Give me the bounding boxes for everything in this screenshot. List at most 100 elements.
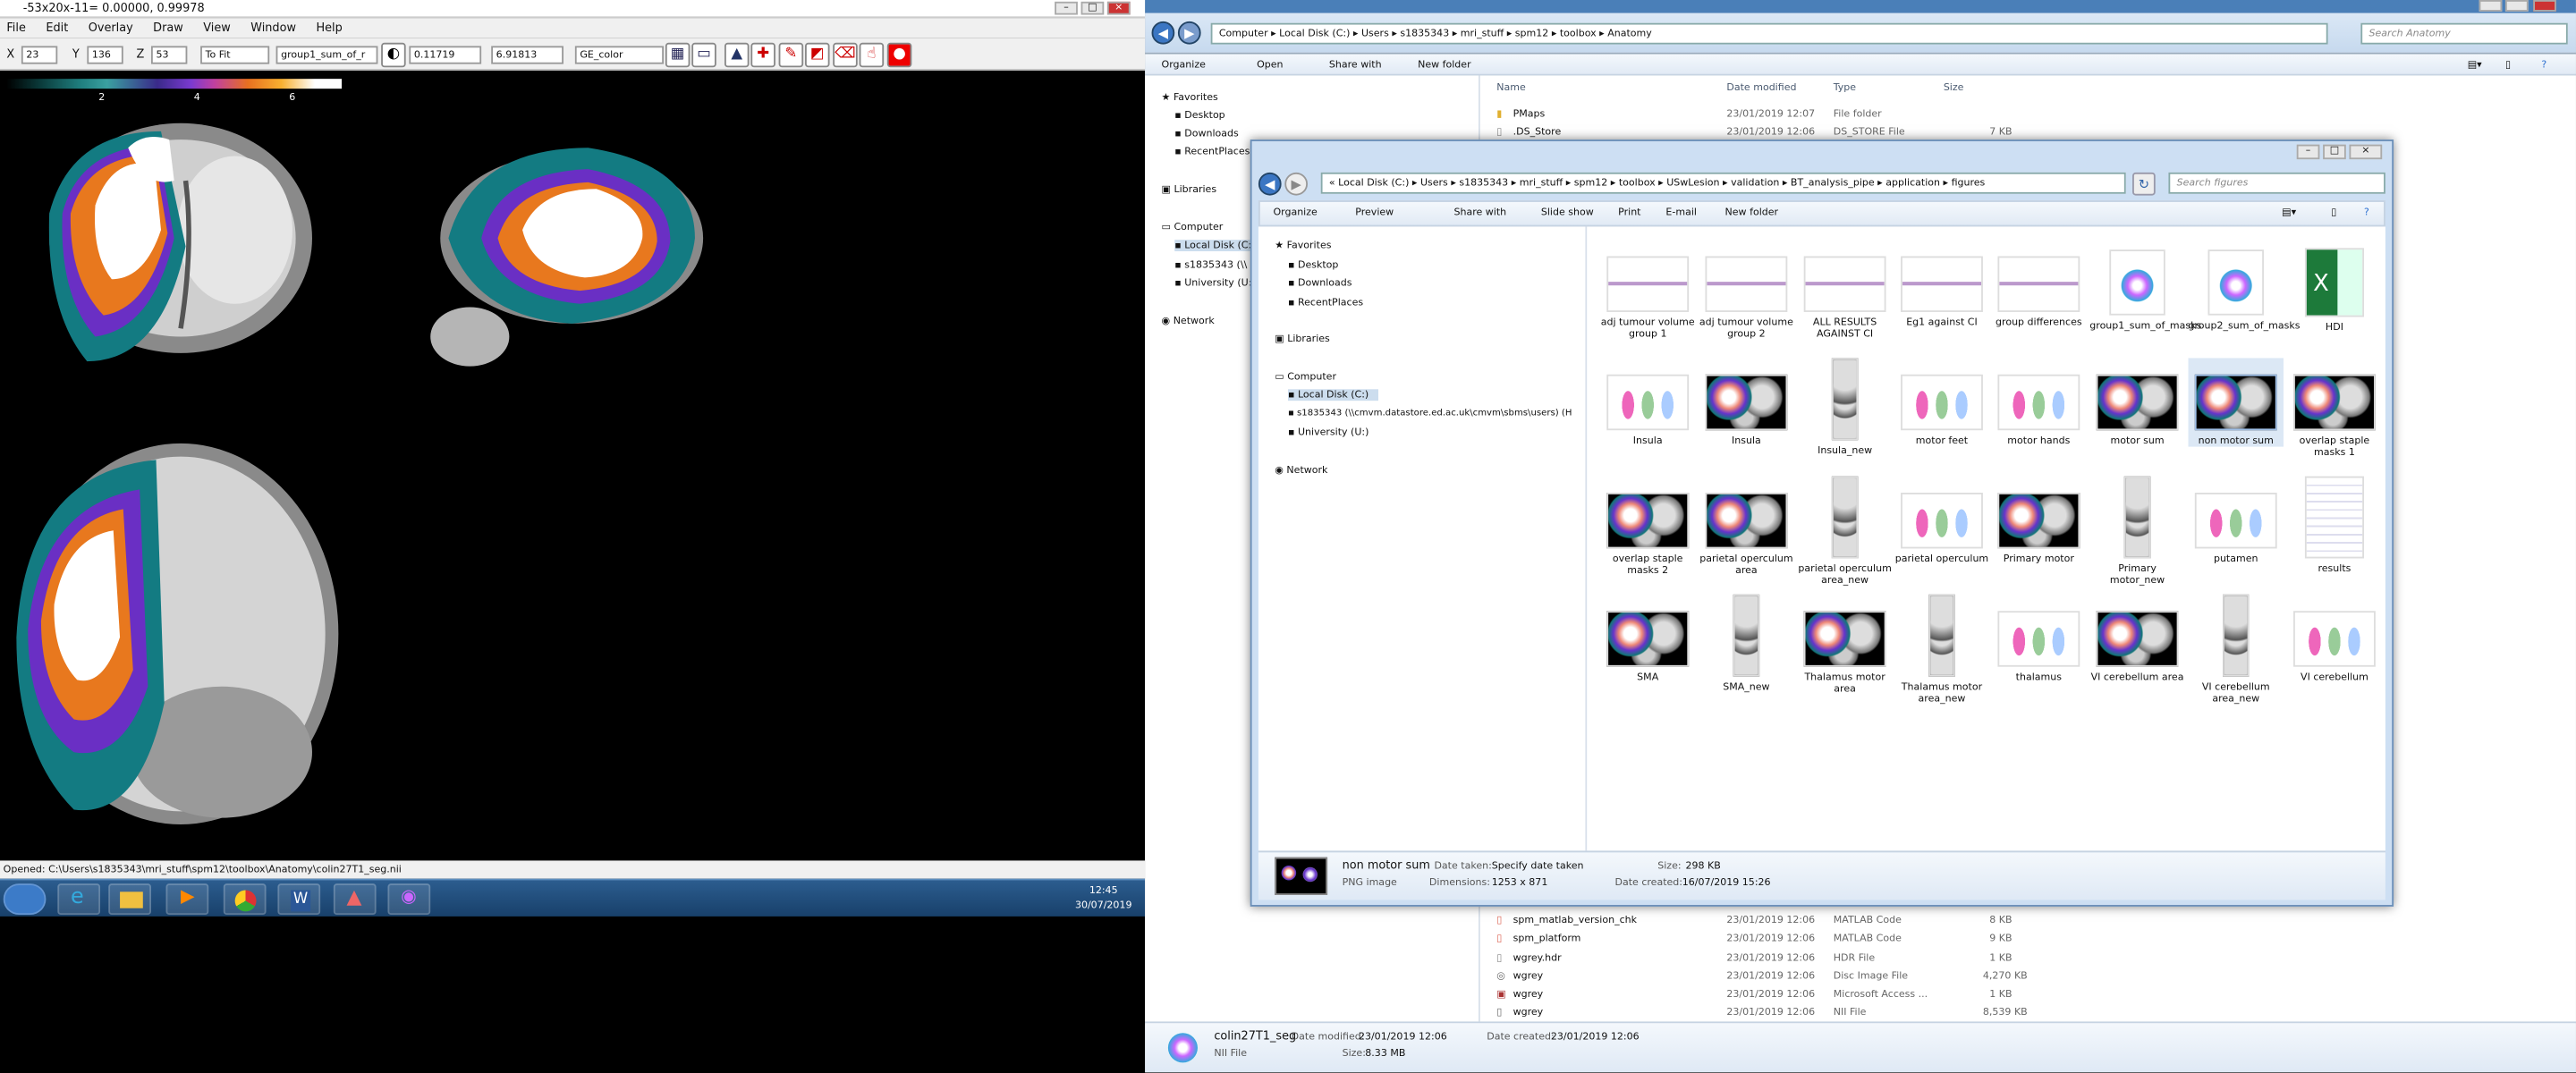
menu-window[interactable]: Window [250, 21, 296, 35]
column-size[interactable]: Size [1944, 80, 1964, 97]
colorbar-icon[interactable]: ▭ [691, 42, 716, 68]
min-intensity-field[interactable]: 0.11719 [409, 46, 482, 64]
crumb[interactable]: Local Disk (C:) [1338, 177, 1409, 189]
status-date-taken[interactable]: Specify date taken [1492, 860, 1584, 872]
nav-university[interactable]: ▪ University (U: [1174, 277, 1251, 289]
nav-network-share[interactable]: ▪ s1835343 (\\cmvm.datastore.ed.ac.uk\cm… [1288, 409, 1572, 418]
chrome-icon[interactable] [223, 883, 267, 916]
file-thumbnail[interactable]: motor hands [1991, 358, 2087, 447]
nav-downloads[interactable]: ▪ Downloads [1174, 128, 1239, 139]
crumb[interactable]: application [1885, 177, 1940, 189]
file-thumbnail[interactable]: overlap staple masks 2 [1600, 477, 1696, 577]
search-input[interactable]: Search figures [2168, 172, 2385, 194]
crumb[interactable]: toolbox [1560, 28, 1597, 39]
colormap-select[interactable]: GE_color [574, 46, 665, 64]
column-name[interactable]: Name [1496, 80, 1526, 97]
z-coordinate-field[interactable]: 53 [150, 46, 188, 64]
file-row[interactable]: ▮ PMaps 23/01/2019 12:07 File folder [1496, 106, 2547, 123]
menu-file[interactable]: File [6, 21, 26, 35]
file-thumbnail[interactable]: Thalamus motor area [1797, 595, 1893, 695]
column-type[interactable]: Type [1834, 80, 1856, 97]
crumb[interactable]: toolbox [1619, 177, 1656, 189]
file-thumbnail[interactable]: Insula_new [1797, 358, 1893, 457]
zoom-select[interactable]: To Fit [200, 46, 270, 64]
help-icon[interactable]: ? [2364, 202, 2369, 225]
overlay-select[interactable]: group1_sum_of_r [275, 46, 378, 64]
crumb[interactable]: mri_stuff [1461, 28, 1504, 39]
crumb[interactable]: s1835343 [1400, 28, 1449, 39]
file-row[interactable]: ▯ wgrey.hdr 23/01/2019 12:06 HDR File 1 … [1496, 950, 2547, 967]
file-row[interactable]: ▯ wgrey 23/01/2019 12:06 NII File 8,539 … [1496, 1005, 2547, 1021]
open-button[interactable]: Open [1257, 55, 1283, 76]
nav-downloads[interactable]: ▪ Downloads [1288, 277, 1352, 289]
preview-pane-icon[interactable]: ▯ [2331, 202, 2336, 225]
share-with-button[interactable]: Share with [1329, 55, 1382, 76]
preview-button[interactable]: Preview [1355, 202, 1394, 225]
share-with-button[interactable]: Share with [1453, 202, 1506, 225]
view-icon[interactable]: ▤▾ [2282, 202, 2296, 225]
file-thumbnail[interactable]: group1_sum_of_masks [2089, 240, 2201, 332]
file-thumbnail[interactable]: X HDI [2287, 240, 2383, 334]
file-row[interactable]: ◎ wgrey 23/01/2019 12:06 Disc Image File… [1496, 969, 2547, 985]
nav-libraries[interactable]: ▣ Libraries [1162, 184, 1217, 196]
file-thumbnail[interactable]: parietal operculum area_new [1797, 476, 1893, 587]
crumb[interactable]: spm12 [1574, 177, 1608, 189]
organize-button[interactable]: Organize [1273, 202, 1317, 225]
view-icon[interactable]: ▤▾ [2468, 55, 2482, 76]
crumb[interactable]: mri_stuff [1520, 177, 1563, 189]
coronal-brain-slice[interactable] [30, 115, 326, 386]
close-button[interactable] [2533, 0, 2556, 12]
nav-desktop[interactable]: ▪ Desktop [1288, 259, 1338, 271]
back-button[interactable]: ◀ [1151, 21, 1175, 45]
file-row[interactable]: ▣ wgrey 23/01/2019 12:06 Microsoft Acces… [1496, 987, 2547, 1003]
matlab-icon[interactable]: ▲ [333, 883, 377, 916]
file-thumbnail[interactable]: Thalamus motor area_new [1894, 594, 1990, 705]
file-explorer-icon[interactable] [108, 883, 151, 916]
crumb[interactable]: BT_analysis_pipe [1791, 177, 1875, 189]
file-thumbnail[interactable]: Insula [1600, 358, 1696, 447]
pen-tool-icon[interactable]: ✎ [778, 42, 804, 68]
crumb[interactable]: spm12 [1515, 28, 1549, 39]
breadcrumb[interactable]: Computer ▸ Local Disk (C:) ▸ Users ▸ s18… [1210, 22, 2328, 45]
file-thumbnail[interactable]: SMA_new [1699, 594, 1794, 693]
minimize-button[interactable]: – [2296, 144, 2320, 160]
maximize-button[interactable] [2504, 0, 2529, 12]
hand-tool-icon[interactable]: ☝ [859, 42, 885, 68]
internet-explorer-icon[interactable]: e [57, 883, 101, 916]
nav-recent[interactable]: ▪ RecentPlaces [1288, 297, 1363, 308]
menu-draw[interactable]: Draw [153, 21, 183, 35]
menu-view[interactable]: View [203, 21, 231, 35]
mricron-icon[interactable]: ◉ [387, 883, 431, 916]
nav-favorites[interactable]: ★ Favorites [1162, 92, 1218, 104]
new-folder-button[interactable]: New folder [1418, 55, 1471, 76]
close-button[interactable]: × [2349, 144, 2383, 160]
email-button[interactable]: E-mail [1665, 202, 1697, 225]
print-button[interactable]: Print [1618, 202, 1640, 225]
file-thumbnail[interactable]: ALL RESULTS AGAINST CI [1797, 240, 1893, 340]
search-input[interactable]: Search Anatomy [2360, 22, 2568, 45]
crumb[interactable]: s1835343 [1459, 177, 1508, 189]
forward-button[interactable]: ▶ [1177, 21, 1201, 45]
file-thumbnail[interactable]: motor sum [2089, 358, 2185, 447]
file-thumbnail[interactable]: overlap staple masks 1 [2287, 358, 2383, 458]
file-thumbnail[interactable]: adj tumour volume group 2 [1699, 240, 1794, 340]
sagittal-brain-slice[interactable] [424, 139, 711, 377]
file-thumbnail[interactable]: group2_sum_of_masks [2188, 240, 2300, 332]
nav-university[interactable]: ▪ University (U:) [1288, 427, 1368, 439]
max-intensity-field[interactable]: 6.91813 [491, 46, 564, 64]
file-thumbnail[interactable]: thalamus [1991, 595, 2087, 683]
menu-edit[interactable]: Edit [46, 21, 68, 35]
menu-overlay[interactable]: Overlay [89, 21, 133, 35]
forward-button[interactable]: ▶ [1284, 172, 1309, 196]
crosshair-icon[interactable]: ✚ [750, 42, 775, 68]
crumb[interactable]: Users [1361, 28, 1389, 39]
refresh-icon[interactable]: ↻ [2132, 172, 2156, 196]
slide-show-button[interactable]: Slide show [1541, 202, 1594, 225]
close-button[interactable]: × [1106, 1, 1131, 15]
file-row[interactable]: ▯ spm_matlab_version_chk 23/01/2019 12:0… [1496, 913, 2547, 929]
maximize-button[interactable]: □ [2323, 144, 2346, 160]
file-thumbnail[interactable]: Primary motor_new [2089, 476, 2185, 587]
nav-local-disk[interactable]: ▪ Local Disk (C:) [1287, 389, 1379, 401]
file-thumbnail[interactable]: adj tumour volume group 1 [1600, 240, 1696, 340]
y-coordinate-field[interactable]: 136 [87, 46, 123, 64]
